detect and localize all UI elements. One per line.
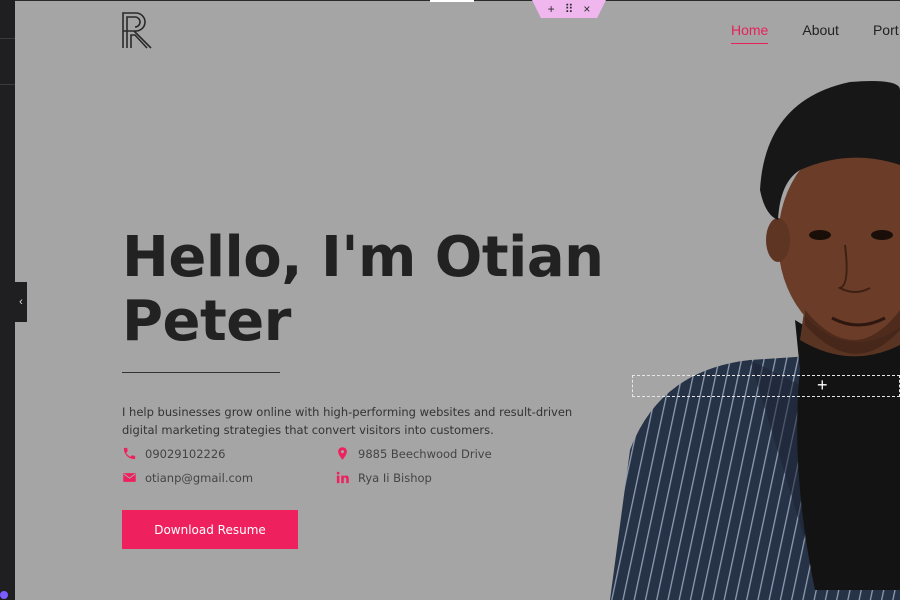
email-text[interactable]: otianp@gmail.com bbox=[145, 471, 253, 485]
main-nav: Home About Port bbox=[731, 22, 899, 44]
download-resume-button[interactable]: Download Resume bbox=[122, 510, 298, 549]
profile-photo bbox=[610, 81, 900, 600]
canvas-top-marker bbox=[430, 0, 474, 2]
section-toolbar: + ⠿ × bbox=[532, 0, 606, 18]
editor-sidebar-strip bbox=[0, 0, 15, 600]
nav-about-link[interactable]: About bbox=[802, 22, 839, 44]
delete-section-button[interactable]: × bbox=[583, 0, 590, 18]
hero-headline-line2: Peter bbox=[122, 289, 291, 354]
map-pin-icon bbox=[338, 447, 347, 460]
contact-email: otianp@gmail.com bbox=[122, 470, 253, 485]
add-section-button[interactable]: + bbox=[548, 0, 555, 18]
add-element-dropzone[interactable]: + bbox=[632, 375, 900, 397]
contact-phone: 09029102226 bbox=[122, 446, 225, 461]
nav-home-link[interactable]: Home bbox=[731, 22, 769, 44]
hero-headline-line1: Hello, I'm Otian bbox=[122, 225, 604, 290]
logo-icon[interactable] bbox=[120, 10, 154, 50]
hero-headline: Hello, I'm Otian Peter bbox=[122, 226, 604, 354]
collapse-panel-button[interactable]: ‹ bbox=[15, 282, 27, 322]
linkedin-text[interactable]: Rya Ii Bishop bbox=[358, 471, 432, 485]
editor-strip-divider bbox=[0, 38, 15, 39]
contact-linkedin: Rya Ii Bishop bbox=[335, 470, 432, 485]
address-text: 9885 Beechwood Drive bbox=[358, 446, 492, 461]
editor-strip-divider bbox=[0, 84, 15, 85]
phone-number: 09029102226 bbox=[145, 446, 226, 461]
add-element-icon[interactable]: + bbox=[817, 374, 828, 396]
email-icon bbox=[123, 473, 136, 482]
linkedin-icon bbox=[336, 471, 349, 484]
nav-portfolio-link[interactable]: Port bbox=[873, 22, 899, 44]
drag-handle-icon[interactable]: ⠿ bbox=[565, 0, 574, 18]
editor-status-dot bbox=[0, 591, 8, 599]
contact-address: 9885 Beechwood Drive bbox=[335, 446, 492, 461]
headline-divider bbox=[122, 372, 280, 373]
phone-icon bbox=[123, 447, 136, 460]
hero-intro-text: I help businesses grow online with high-… bbox=[122, 404, 573, 437]
